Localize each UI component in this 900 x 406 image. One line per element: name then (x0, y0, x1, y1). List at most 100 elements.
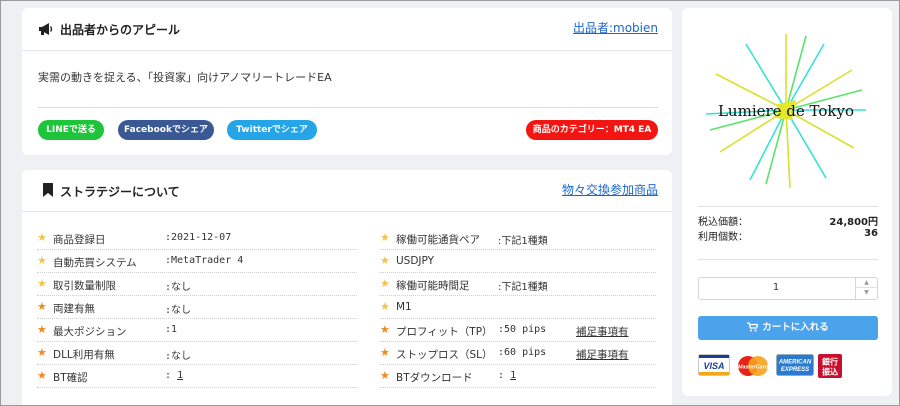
spec-label: プロフィット（TP） (396, 326, 493, 338)
chevron-down-icon[interactable]: ▼ (856, 288, 877, 298)
spec-label: 商品登録日 (53, 234, 106, 246)
spec-value: :MetaTrader 4 (165, 255, 244, 266)
spec-row-bt-download: ★ BTダウンロード : 1 (380, 366, 656, 388)
quantity-stepper[interactable]: 1 ▲ ▼ (698, 277, 878, 300)
users-value: 36 (864, 228, 878, 239)
spec-label: DLL利用有無 (53, 349, 115, 361)
spec-label: 取引数量制限 (53, 280, 116, 292)
add-to-cart-button[interactable]: カートに入れる (698, 316, 878, 340)
star-icon: ★ (37, 254, 47, 267)
bank-transfer-icon: 銀行 振込 (818, 354, 842, 378)
svg-text:VISA: VISA (703, 361, 724, 371)
star-icon: ★ (37, 300, 47, 313)
spec-value: : 1 (498, 370, 517, 381)
tp-note-link[interactable]: 補足事項有 (576, 324, 629, 339)
spec-row-bt-check: ★ BT確認 : 1 (37, 366, 357, 388)
spec-label: 両建有無 (53, 303, 95, 315)
quantity-value[interactable]: 1 (699, 282, 853, 293)
spec-value: :なし (165, 351, 192, 362)
spec-label: M1 (396, 301, 412, 313)
spec-row-max-position: ★ 最大ポジション :1 (37, 320, 357, 342)
svg-text:EXPRESS: EXPRESS (781, 367, 809, 373)
spec-row-volume-limit: ★ 取引数量制限 :なし (37, 274, 357, 296)
bt-check-link[interactable]: 1 (177, 370, 183, 381)
spec-value: :2021-12-07 (165, 232, 232, 243)
quantity-spinner: ▲ ▼ (855, 278, 877, 299)
amex-card-icon: AMERICAN EXPRESS (776, 354, 814, 376)
spec-value: :下記1種類 (498, 236, 548, 247)
svg-text:MasterCard: MasterCard (738, 365, 769, 371)
sl-note-link[interactable]: 補足事項有 (576, 347, 629, 362)
spec-row-take-profit: ★ プロフィット（TP） :50 pips 補足事項有 (380, 320, 656, 342)
spec-row-dll: ★ DLL利用有無 :なし (37, 343, 357, 365)
category-badge[interactable]: 商品のカテゴリー：MT4 EA (526, 120, 658, 140)
chevron-up-icon[interactable]: ▲ (856, 278, 877, 288)
star-icon: ★ (380, 231, 390, 244)
bookmark-icon (43, 183, 53, 197)
line-share-button[interactable]: LINEで送る (38, 120, 104, 140)
logo-text: Lumiere de Tokyo (718, 102, 854, 120)
spec-label: USDJPY (396, 255, 435, 267)
bt-download-link[interactable]: 1 (510, 370, 516, 381)
spec-row-pair-usdjpy: ★ USDJPY (380, 251, 656, 273)
facebook-share-button[interactable]: Facebookでシェア (118, 120, 214, 140)
product-logo[interactable]: Lumiere de Tokyo (700, 30, 872, 190)
spec-label: BTダウンロード (396, 372, 473, 384)
seller-link[interactable]: 出品者:mobien (573, 19, 658, 36)
appeal-divider (38, 107, 658, 108)
appeal-text: 実需の動きを捉える、「投資家」向けアノマリートレードEA (38, 71, 332, 84)
star-icon: ★ (380, 277, 390, 290)
spec-label: 自動売買システム (53, 257, 137, 269)
exchange-link[interactable]: 物々交換参加商品 (562, 181, 658, 198)
spec-value: :なし (165, 282, 192, 293)
mastercard-icon: MasterCard (738, 356, 769, 376)
svg-text:AMERICAN: AMERICAN (778, 360, 812, 366)
star-icon: ★ (37, 323, 47, 336)
svg-text:振込: 振込 (822, 367, 838, 377)
twitter-share-button[interactable]: Twitterでシェア (227, 120, 317, 140)
spec-value: :60 pips (498, 347, 547, 358)
strategy-card: ストラテジーについて 物々交換参加商品 ★ 商品登録日 :2021-12-07 … (22, 170, 672, 406)
spec-label: 稼働可能時間足 (396, 280, 470, 292)
users-label: 利用個数： (698, 232, 748, 243)
megaphone-icon (39, 23, 53, 35)
spec-row-hedging: ★ 両建有無 :なし (37, 297, 357, 319)
star-icon: ★ (380, 369, 390, 382)
spec-row-registration-date: ★ 商品登録日 :2021-12-07 (37, 228, 357, 250)
spec-label: BT確認 (53, 372, 88, 384)
spec-value: :50 pips (498, 324, 547, 335)
spec-label: 最大ポジション (53, 326, 127, 338)
spec-row-stop-loss: ★ ストップロス（SL） :60 pips 補足事項有 (380, 343, 656, 365)
star-icon: ★ (37, 346, 47, 359)
spec-row-timeframes: ★ 稼働可能時間足 :下記1種類 (380, 274, 656, 296)
spec-value: :下記1種類 (498, 282, 548, 293)
logo-divider (698, 206, 878, 207)
spec-row-system: ★ 自動売買システム :MetaTrader 4 (37, 251, 357, 273)
spec-row-currency-pairs: ★ 稼働可能通貨ペア :下記1種類 (380, 228, 656, 250)
spec-label: 稼働可能通貨ペア (396, 234, 480, 246)
svg-text:銀行: 銀行 (821, 357, 838, 367)
spec-row-timeframe-m1: ★ M1 (380, 297, 656, 319)
appeal-header: 出品者からのアピール 出品者:mobien (22, 8, 672, 51)
spec-value: :なし (165, 305, 192, 316)
product-purchase-card: Lumiere de Tokyo 税込価額： 24,800円 利用個数： 36 … (682, 8, 892, 396)
price-label: 税込価額： (698, 217, 748, 228)
star-icon: ★ (37, 369, 47, 382)
cart-button-label: カートに入れる (762, 322, 829, 333)
spec-label: ストップロス（SL） (396, 349, 493, 361)
visa-card-icon: VISA (698, 354, 730, 376)
star-icon: ★ (380, 300, 390, 313)
strategy-title: ストラテジーについて (60, 185, 180, 199)
spec-value: : 1 (165, 370, 184, 381)
appeal-title: 出品者からのアピール (60, 23, 181, 37)
spec-value: :1 (165, 324, 178, 335)
star-icon: ★ (37, 277, 47, 290)
price-divider (698, 259, 878, 260)
star-icon: ★ (380, 323, 390, 336)
seller-appeal-card: 出品者からのアピール 出品者:mobien 実需の動きを捉える、「投資家」向けア… (22, 8, 672, 155)
star-icon: ★ (37, 231, 47, 244)
strategy-header: ストラテジーについて 物々交換参加商品 (22, 170, 672, 212)
star-icon: ★ (380, 254, 390, 267)
cart-icon (747, 322, 759, 332)
star-icon: ★ (380, 346, 390, 359)
